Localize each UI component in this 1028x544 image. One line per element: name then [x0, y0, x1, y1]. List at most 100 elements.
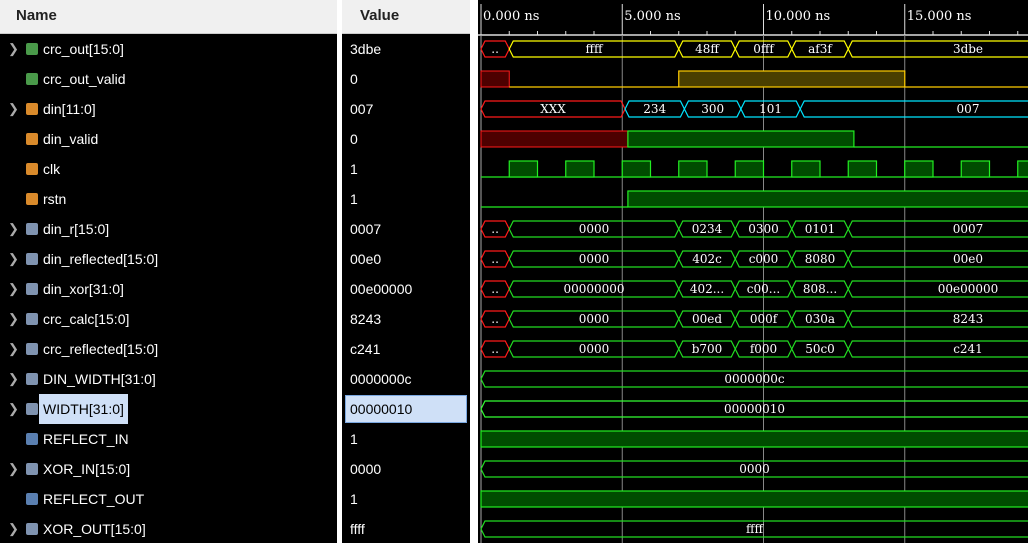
bus-segment: [799, 100, 1028, 118]
signal-value[interactable]: 0000: [342, 454, 470, 484]
signal-value-text: 0: [350, 131, 358, 147]
high-segment: [627, 130, 855, 148]
signal-value[interactable]: 3dbe: [342, 34, 470, 64]
signal-value[interactable]: 0000000c: [342, 364, 470, 394]
expand-chevron-icon[interactable]: ❯: [8, 514, 19, 544]
bit-input-icon: [26, 193, 38, 205]
signal-value-text: 0: [350, 71, 358, 87]
signal-value[interactable]: 00000010: [342, 394, 470, 424]
bus-value-label: 0000000c: [724, 372, 784, 386]
signal-row[interactable]: ❯ din_xor[31:0]: [0, 274, 337, 304]
signal-value-text: 0000000c: [350, 371, 412, 387]
signal-row[interactable]: ❯ din_reflected[15:0]: [0, 244, 337, 274]
high-segment: [627, 190, 1028, 208]
signal-value[interactable]: c241: [342, 334, 470, 364]
signal-value[interactable]: 007: [342, 94, 470, 124]
signal-row[interactable]: ❯ crc_calc[15:0]: [0, 304, 337, 334]
name-column: Name ❯ crc_out[15:0] crc_out_valid ❯ din[11:…: [0, 0, 337, 543]
signal-row[interactable]: clk: [0, 154, 337, 184]
signal-value[interactable]: 0: [342, 64, 470, 94]
expand-chevron-icon[interactable]: ❯: [8, 214, 19, 244]
bus-value-label: ffff: [746, 522, 765, 536]
bus-value-label: 00000010: [724, 402, 785, 416]
bus-internal-icon: [26, 253, 38, 265]
value-header-label: Value: [360, 7, 400, 24]
bus-constant-icon: [26, 463, 38, 475]
signal-value[interactable]: 1: [342, 484, 470, 514]
signal-value[interactable]: 0: [342, 124, 470, 154]
signal-name: crc_out[15:0]: [43, 41, 124, 57]
expand-chevron-icon[interactable]: ❯: [8, 334, 19, 364]
signal-value-text: c241: [350, 341, 381, 357]
signal-row[interactable]: ❯ crc_reflected[15:0]: [0, 334, 337, 364]
name-header[interactable]: Name: [0, 0, 337, 34]
expand-chevron-icon[interactable]: ❯: [8, 394, 19, 424]
signal-name: din_r[15:0]: [43, 221, 110, 237]
bus-value-label: 0300: [748, 222, 779, 236]
waveform-svg[interactable]: 0.000 ns 5.000 ns 10.000 ns 15.000 ns.. ffff…: [478, 0, 1028, 543]
bus-value-label: 0000: [739, 462, 770, 476]
signal-name: WIDTH[31:0]: [39, 394, 128, 424]
bus-value-label: 101: [759, 102, 782, 116]
clock-high-pulse: [508, 160, 539, 178]
signal-value[interactable]: 00e0: [342, 244, 470, 274]
signal-row[interactable]: rstn: [0, 184, 337, 214]
bus-value-label: c000: [749, 252, 779, 266]
value-header[interactable]: Value: [342, 0, 470, 34]
signal-row[interactable]: din_valid: [0, 124, 337, 154]
expand-chevron-icon[interactable]: ❯: [8, 304, 19, 334]
bus-value-label: c241: [953, 342, 983, 356]
signal-row[interactable]: ❯ XOR_IN[15:0]: [0, 454, 337, 484]
bus-internal-icon: [26, 313, 38, 325]
signal-value[interactable]: 1: [342, 184, 470, 214]
signal-name: din_reflected[15:0]: [43, 251, 159, 267]
expand-chevron-icon[interactable]: ❯: [8, 454, 19, 484]
signal-value[interactable]: 1: [342, 424, 470, 454]
signal-row[interactable]: ❯ WIDTH[31:0]: [0, 394, 337, 424]
bus-value-label: 0101: [805, 222, 836, 236]
waveform-canvas[interactable]: 0.000 ns 5.000 ns 10.000 ns 15.000 ns.. ffff…: [478, 0, 1028, 543]
signal-value-text: 007: [350, 101, 374, 117]
signal-value[interactable]: ffff: [342, 514, 470, 544]
expand-chevron-icon[interactable]: ❯: [8, 274, 19, 304]
expand-chevron-icon[interactable]: ❯: [8, 244, 19, 274]
signal-name: crc_calc[15:0]: [43, 311, 130, 327]
signal-row[interactable]: ❯ din_r[15:0]: [0, 214, 337, 244]
unknown-segment: [480, 70, 510, 88]
signal-value-text: 8243: [350, 311, 382, 327]
bus-value-label: ffff: [585, 42, 604, 56]
bus-constant-icon: [26, 523, 38, 535]
signal-row[interactable]: crc_out_valid: [0, 64, 337, 94]
signal-value-text: 3dbe: [350, 41, 382, 57]
signal-value[interactable]: 0007: [342, 214, 470, 244]
bus-segment: [847, 220, 1028, 238]
expand-chevron-icon[interactable]: ❯: [8, 364, 19, 394]
bus-input-icon: [26, 103, 38, 115]
bus-value-label: 8080: [805, 252, 836, 266]
signal-value-text: 1: [350, 491, 358, 507]
signal-value[interactable]: 00e00000: [342, 274, 470, 304]
signal-name: crc_reflected[15:0]: [43, 341, 159, 357]
bus-segment: [847, 40, 1028, 58]
signal-row[interactable]: ❯ din[11:0]: [0, 94, 337, 124]
bus-value-label: 0007: [953, 222, 984, 236]
signal-row[interactable]: ❯ crc_out[15:0]: [0, 34, 337, 64]
signal-row[interactable]: ❯ XOR_OUT[15:0]: [0, 514, 337, 544]
bus-value-label: 030a: [805, 312, 835, 326]
bus-value-label: 300: [701, 102, 724, 116]
signal-row[interactable]: ❯ DIN_WIDTH[31:0]: [0, 364, 337, 394]
bus-value-label: 234: [643, 102, 666, 116]
bit-input-icon: [26, 133, 38, 145]
signal-row[interactable]: REFLECT_IN: [0, 424, 337, 454]
signal-value[interactable]: 8243: [342, 304, 470, 334]
time-label: 5.000 ns: [624, 9, 680, 24]
bus-value-label: af3f: [808, 42, 833, 56]
bus-output-icon: [26, 43, 38, 55]
signal-name: din_xor[31:0]: [43, 281, 124, 297]
clock-high-pulse: [791, 160, 821, 178]
expand-chevron-icon[interactable]: ❯: [8, 34, 19, 64]
signal-row[interactable]: REFLECT_OUT: [0, 484, 337, 514]
expand-chevron-icon[interactable]: ❯: [8, 94, 19, 124]
signal-value[interactable]: 1: [342, 154, 470, 184]
unknown-segment: [480, 130, 629, 148]
